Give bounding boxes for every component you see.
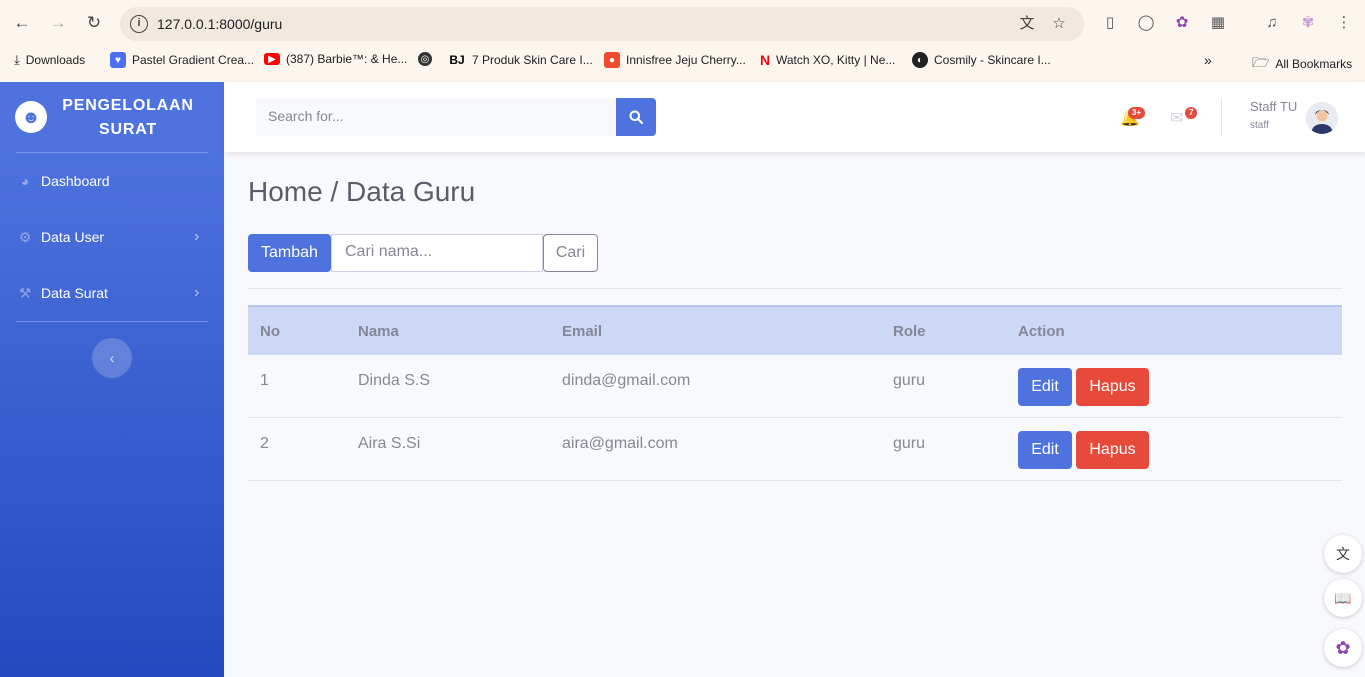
header-role: Role bbox=[893, 323, 926, 340]
sidebar-toggle-button[interactable]: ‹ bbox=[92, 338, 132, 378]
bookmark-barbie[interactable]: ▶ (387) Barbie™: & He... bbox=[264, 52, 407, 66]
topbar: Search for... 🔔 3+ ✉ 7 Staff TU staff bbox=[224, 82, 1365, 152]
chevron-right-icon: › bbox=[194, 228, 200, 245]
bookmark-innisfree[interactable]: ● Innisfree Jeju Cherry... bbox=[604, 52, 746, 68]
site-info-icon[interactable]: i bbox=[130, 15, 148, 33]
cell-no: 2 bbox=[260, 435, 269, 452]
sidebar-item-dashboard[interactable]: ◕ Dashboard bbox=[0, 153, 224, 209]
user-avatar-icon bbox=[1306, 102, 1338, 134]
profile-icon[interactable]: ✾ bbox=[1298, 13, 1318, 33]
content-wrapper: Search for... 🔔 3+ ✉ 7 Staff TU staff Ho… bbox=[224, 82, 1365, 677]
more-bookmarks-icon[interactable]: » bbox=[1204, 52, 1212, 68]
laugh-wink-icon: ☻ bbox=[15, 101, 47, 133]
address-bar[interactable]: i 127.0.0.1:8000/guru 文 ☆ bbox=[120, 7, 1084, 41]
cell-role: guru bbox=[893, 435, 926, 452]
browser-chrome: ← → ↻ i 127.0.0.1:8000/guru 文 ☆ ▯ ◯ ✿ ▦ … bbox=[0, 0, 1365, 82]
sidebar-divider bbox=[16, 321, 208, 322]
header-action: Action bbox=[1018, 323, 1065, 340]
puzzle-icon[interactable]: ▦ bbox=[1208, 13, 1228, 33]
reload-icon[interactable]: ↻ bbox=[82, 11, 106, 35]
heart-icon: ♥ bbox=[110, 52, 126, 68]
name-search-input[interactable]: Cari nama... bbox=[331, 234, 543, 272]
bookmark-globe[interactable]: ◎ bbox=[418, 52, 432, 66]
download-icon: ⤓ bbox=[14, 52, 20, 67]
edit-button[interactable]: Edit bbox=[1018, 368, 1072, 406]
extension-icon[interactable]: ▯ bbox=[1100, 13, 1120, 33]
cell-no: 1 bbox=[260, 372, 269, 389]
sidebar-item-data-user[interactable]: ⚙ Data User › bbox=[0, 209, 224, 265]
bookmarks-bar: ⤓ Downloads ♥ Pastel Gradient Crea... ▶ … bbox=[0, 46, 1365, 76]
search-input[interactable]: Search for... bbox=[256, 98, 616, 136]
chevron-left-icon: ‹ bbox=[109, 349, 115, 367]
table-row: 2 Aira S.Si aira@gmail.com guru Edit Hap… bbox=[248, 418, 1342, 481]
table-header: No Nama Email Role Action bbox=[248, 305, 1342, 355]
reader-float-icon[interactable]: 📖 bbox=[1324, 579, 1362, 617]
all-bookmarks[interactable]: 🗁 All Bookmarks bbox=[1252, 52, 1352, 76]
search-submit-button[interactable]: Cari bbox=[543, 234, 598, 272]
brand[interactable]: ☻ PENGELOLAAN SURAT bbox=[0, 82, 224, 152]
url-text[interactable]: 127.0.0.1:8000/guru bbox=[157, 16, 282, 32]
bookmark-skincare[interactable]: BJ 7 Produk Skin Care I... bbox=[448, 52, 592, 68]
folder-icon: 🗁 bbox=[1252, 54, 1270, 70]
messages-badge: 7 bbox=[1185, 107, 1198, 119]
bj-icon: BJ bbox=[449, 53, 465, 67]
delete-button[interactable]: Hapus bbox=[1076, 368, 1149, 406]
netflix-icon: N bbox=[759, 52, 771, 68]
cosmily-icon: ◐ bbox=[912, 52, 928, 68]
cell-role: guru bbox=[893, 372, 926, 389]
sidebar: ☻ PENGELOLAAN SURAT ◕ Dashboard ⚙ Data U… bbox=[0, 82, 224, 677]
add-button[interactable]: Tambah bbox=[248, 234, 331, 272]
user-role: staff bbox=[1250, 120, 1269, 131]
youtube-icon: ▶ bbox=[264, 53, 280, 65]
brand-text: PENGELOLAAN SURAT bbox=[62, 97, 194, 138]
brain-float-icon[interactable]: ✿ bbox=[1324, 629, 1362, 667]
menu-dots-icon[interactable]: ⋮ bbox=[1334, 13, 1354, 33]
page-title: Home / Data Guru bbox=[248, 176, 476, 207]
header-nama: Nama bbox=[358, 323, 399, 340]
tachometer-icon: ◕ bbox=[20, 173, 30, 189]
forward-icon[interactable]: → bbox=[46, 11, 70, 35]
browser-toolbar: ← → ↻ i 127.0.0.1:8000/guru 文 ☆ ▯ ◯ ✿ ▦ … bbox=[0, 0, 1365, 46]
table-row: 1 Dinda S.S dinda@gmail.com guru Edit Ha… bbox=[248, 355, 1342, 418]
search-icon bbox=[629, 110, 643, 124]
star-icon[interactable]: ☆ bbox=[1050, 15, 1068, 33]
alerts-badge: 3+ bbox=[1128, 107, 1146, 119]
shopee-icon: ● bbox=[604, 52, 620, 68]
chevron-right-icon: › bbox=[194, 284, 200, 301]
media-icon[interactable]: ♫ bbox=[1262, 13, 1282, 33]
extension-icon[interactable]: ◯ bbox=[1136, 13, 1156, 33]
header-email: Email bbox=[562, 323, 603, 340]
bookmark-downloads[interactable]: ⤓ Downloads bbox=[14, 52, 85, 68]
back-icon[interactable]: ← bbox=[10, 11, 34, 35]
wrench-icon: ⚒ bbox=[18, 285, 32, 301]
delete-button[interactable]: Hapus bbox=[1076, 431, 1149, 469]
cell-nama: Aira S.Si bbox=[358, 435, 421, 452]
avatar[interactable] bbox=[1306, 102, 1338, 134]
bookmark-netflix[interactable]: N Watch XO, Kitty | Ne... bbox=[760, 52, 895, 68]
topbar-divider bbox=[1221, 98, 1222, 136]
cog-icon: ⚙ bbox=[18, 229, 32, 245]
translate-float-icon[interactable]: 文 bbox=[1324, 535, 1362, 573]
sidebar-item-data-surat[interactable]: ⚒ Data Surat › bbox=[0, 265, 224, 321]
brain-extension-icon[interactable]: ✿ bbox=[1172, 13, 1192, 33]
bookmark-cosmily[interactable]: ◐ Cosmily - Skincare I... bbox=[912, 52, 1051, 68]
translate-icon[interactable]: 文 bbox=[1018, 15, 1036, 33]
header-no: No bbox=[260, 323, 280, 340]
content-divider bbox=[248, 288, 1342, 289]
cell-email: dinda@gmail.com bbox=[562, 372, 691, 389]
user-name[interactable]: Staff TU bbox=[1250, 99, 1297, 114]
cell-email: aira@gmail.com bbox=[562, 435, 678, 452]
cell-nama: Dinda S.S bbox=[358, 372, 431, 389]
edit-button[interactable]: Edit bbox=[1018, 431, 1072, 469]
bookmark-pastel[interactable]: ♥ Pastel Gradient Crea... bbox=[110, 52, 254, 68]
search-button[interactable] bbox=[616, 98, 656, 136]
globe-icon: ◎ bbox=[418, 52, 432, 66]
